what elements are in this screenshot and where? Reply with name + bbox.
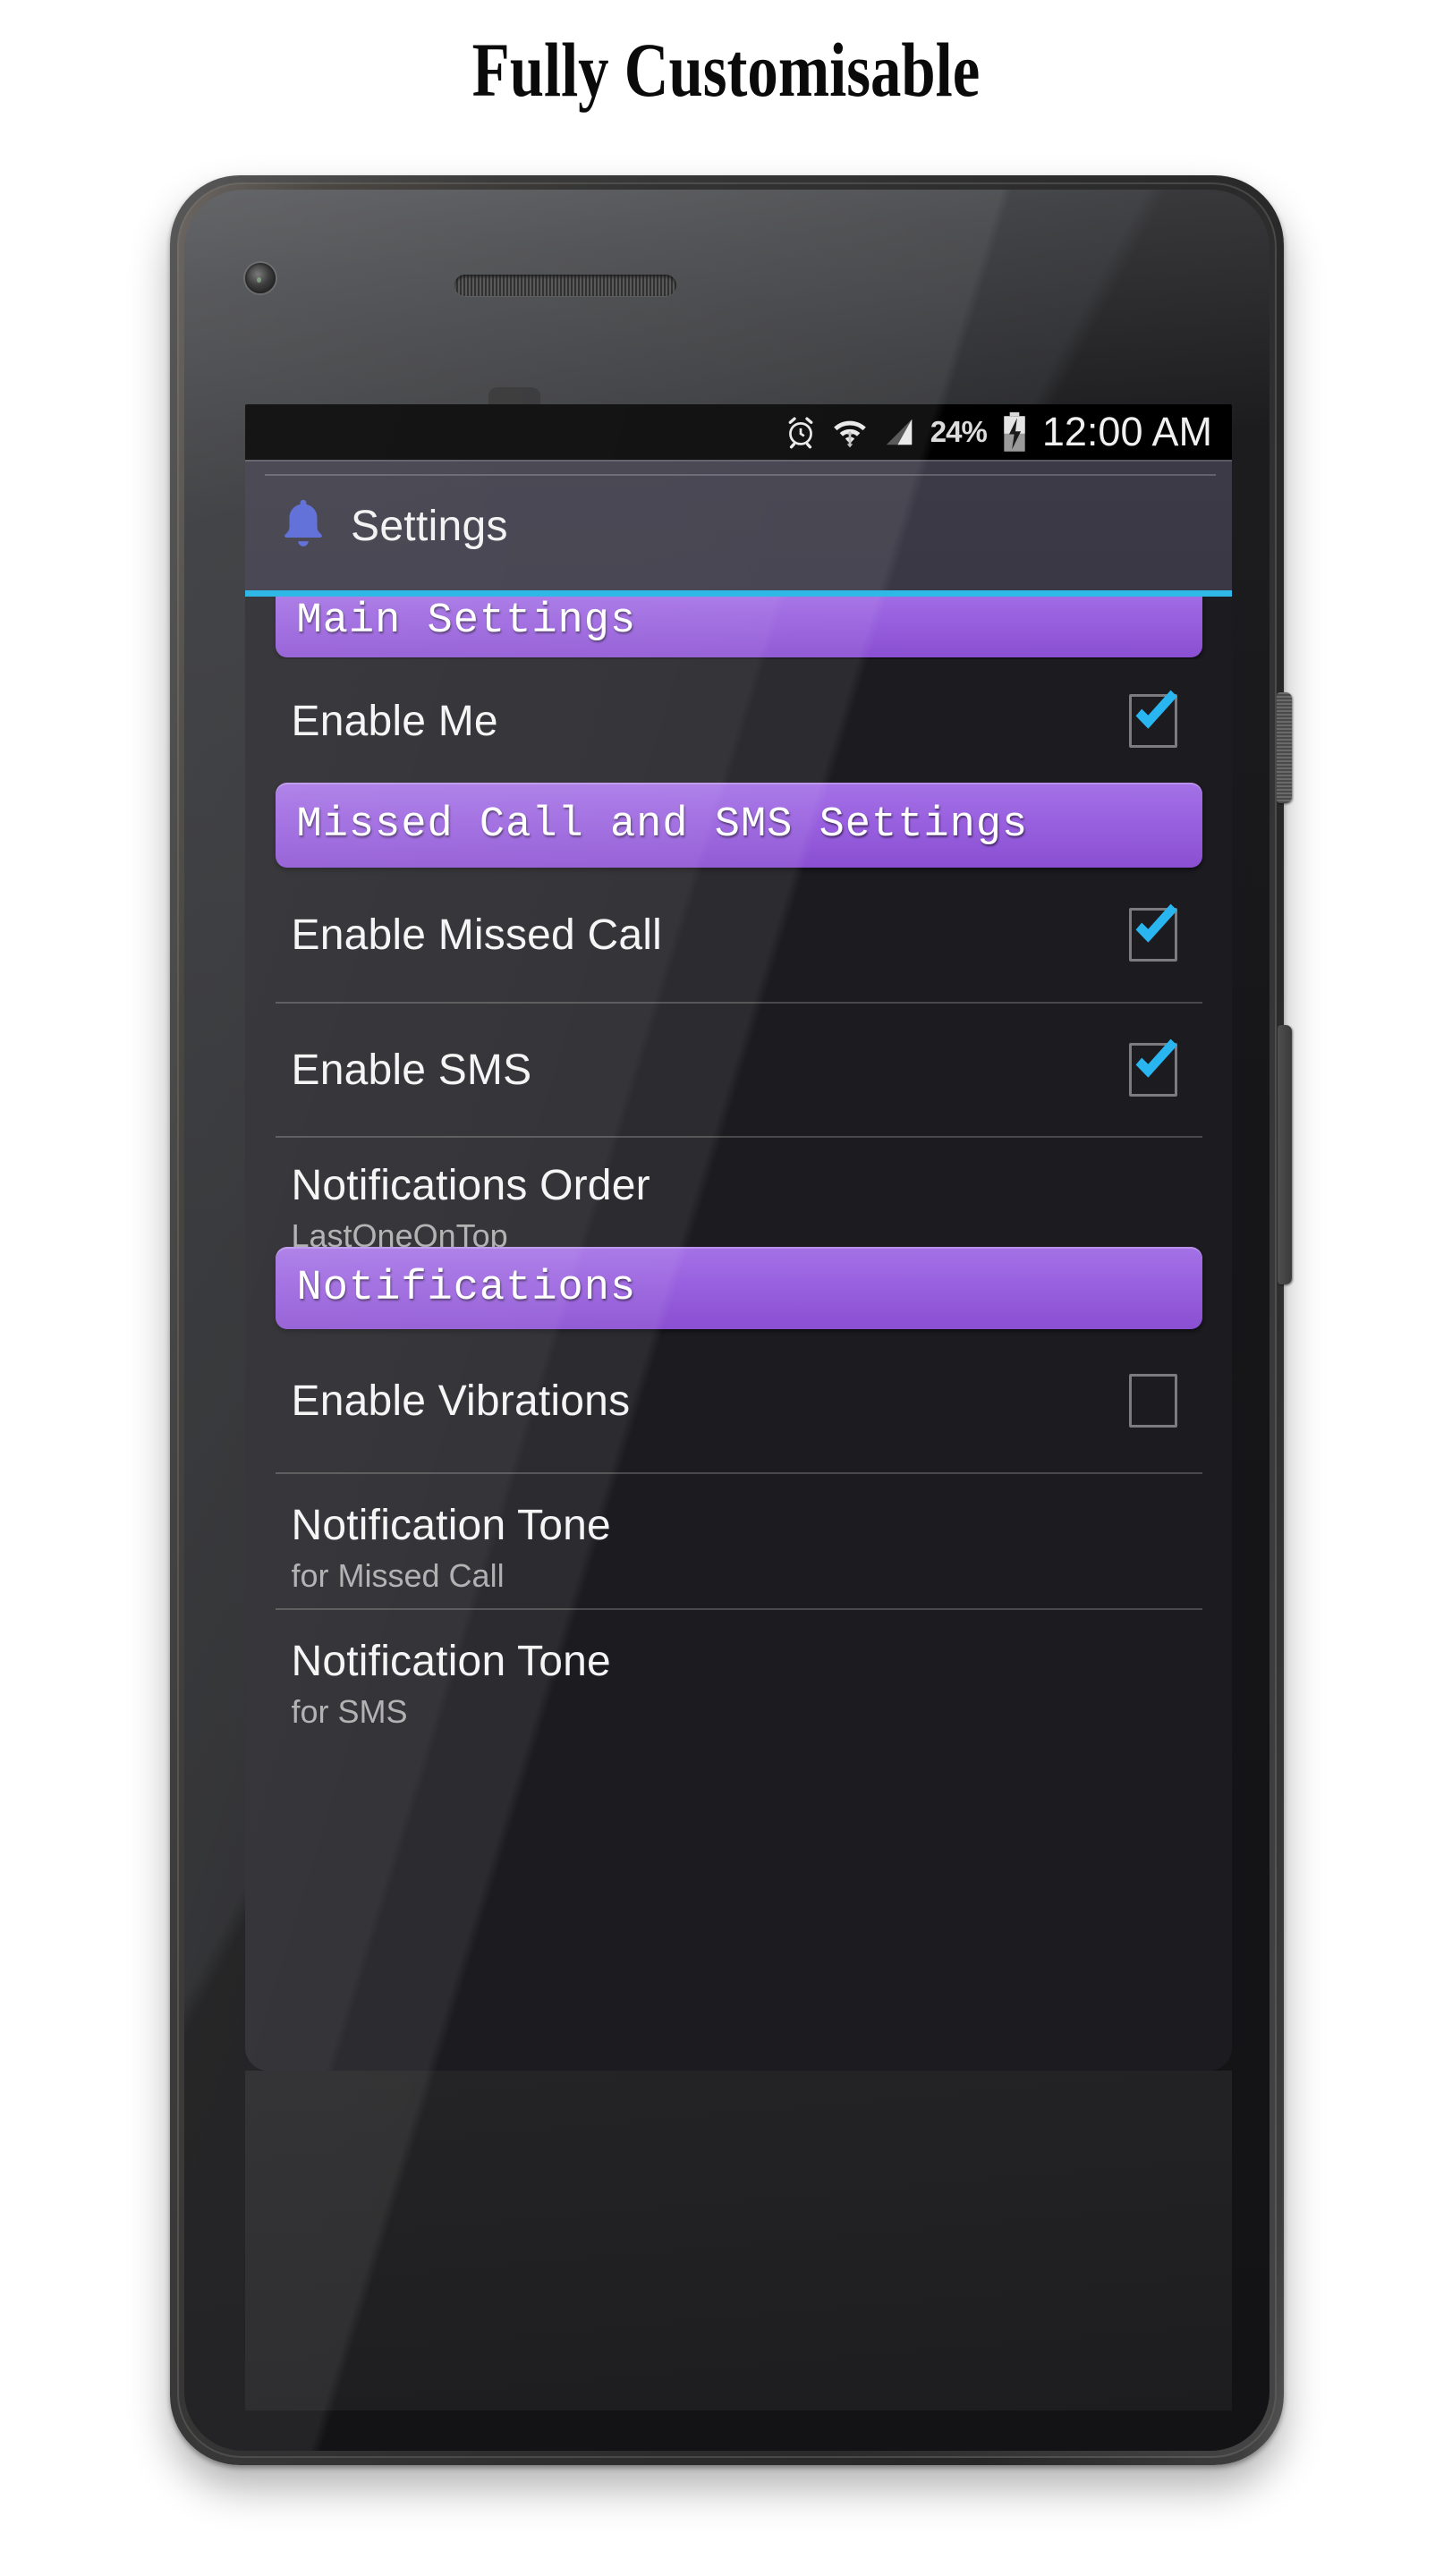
app-bar: Settings (245, 460, 1232, 590)
row-tone-missed-call-subtitle: for Missed Call (291, 1557, 505, 1594)
status-clock: 12:00 AM (1041, 409, 1212, 454)
row-enable-missed-call[interactable]: Enable Missed Call (276, 868, 1202, 1002)
row-tone-sms-texts: Notification Tone for SMS (276, 1637, 611, 1731)
earpiece-speaker-icon (454, 275, 676, 296)
section-header-missed-call-sms-label: Missed Call and SMS Settings (296, 801, 1029, 849)
battery-percent-label: 24% (930, 415, 988, 448)
row-enable-vibrations[interactable]: Enable Vibrations (276, 1329, 1202, 1472)
front-camera-icon (245, 263, 276, 293)
row-enable-me-texts: Enable Me (276, 697, 498, 746)
section-header-main: Main Settings (275, 597, 1202, 657)
section-header-notifications: Notifications (275, 1247, 1202, 1329)
row-notifications-order-texts: Notifications Order LastOneOnTop (276, 1161, 650, 1255)
checkbox-enable-vibrations[interactable] (1128, 1374, 1177, 1428)
row-tone-missed-call-texts: Notification Tone for Missed Call (276, 1501, 611, 1595)
checkmark-icon (1135, 903, 1177, 943)
battery-charging-icon (1001, 411, 1028, 453)
row-enable-me-title: Enable Me (291, 697, 498, 745)
section-header-main-label: Main Settings (296, 597, 637, 645)
accent-divider (245, 590, 1232, 597)
phone-front-face: 24% 12:00 AM Settings Main Settings Enab… (184, 190, 1269, 2451)
row-enable-sms[interactable]: Enable SMS (276, 1004, 1202, 1136)
checkbox-enable-missed-call[interactable] (1128, 903, 1177, 962)
row-enable-vibrations-title: Enable Vibrations (291, 1377, 631, 1425)
status-bar: 24% 12:00 AM (245, 404, 1232, 460)
section-header-notifications-label: Notifications (296, 1264, 637, 1312)
app-title: Settings (351, 502, 508, 550)
row-enable-missed-call-title: Enable Missed Call (291, 911, 662, 959)
row-tone-sms[interactable]: Notification Tone for SMS (276, 1610, 1202, 1744)
phone-screen: 24% 12:00 AM Settings Main Settings Enab… (245, 404, 1232, 2071)
row-tone-missed-call[interactable]: Notification Tone for Missed Call (276, 1474, 1202, 1608)
row-enable-missed-call-texts: Enable Missed Call (276, 911, 662, 960)
row-enable-sms-title: Enable SMS (291, 1046, 532, 1094)
row-tone-sms-title: Notification Tone (291, 1638, 611, 1685)
section-header-main-clip: Main Settings (245, 597, 1232, 659)
wifi-icon (832, 414, 868, 450)
row-tone-missed-call-title: Notification Tone (291, 1502, 611, 1549)
row-enable-me[interactable]: Enable Me (276, 659, 1202, 783)
alarm-clock-icon (784, 414, 818, 450)
row-enable-vibrations-texts: Enable Vibrations (276, 1377, 631, 1426)
checkmark-icon (1135, 690, 1177, 729)
phone-bottom-chin (245, 2071, 1232, 2411)
row-tone-sms-subtitle: for SMS (291, 1693, 408, 1730)
row-notifications-order[interactable]: Notifications Order LastOneOnTop (276, 1138, 1202, 1254)
checkbox-enable-me[interactable] (1128, 690, 1177, 748)
power-button[interactable] (1277, 692, 1292, 803)
screenshot-root: Fully Customisable 24% 12:00 AM Settings… (0, 0, 1452, 2576)
appbar-hairline (265, 474, 1216, 476)
row-notifications-order-title: Notifications Order (291, 1162, 650, 1209)
section-header-missed-call-sms: Missed Call and SMS Settings (275, 783, 1202, 868)
page-title: Fully Customisable (471, 27, 981, 113)
row-enable-sms-texts: Enable SMS (276, 1046, 532, 1095)
phone-device: 24% 12:00 AM Settings Main Settings Enab… (170, 175, 1292, 2465)
bell-icon (277, 496, 329, 556)
checkbox-enable-sms[interactable] (1128, 1038, 1177, 1097)
signal-bars-icon (882, 414, 916, 450)
checkmark-icon (1135, 1038, 1177, 1078)
settings-list: Main Settings Enable Me Missed Call and … (245, 597, 1232, 2071)
volume-rocker-button[interactable] (1278, 1025, 1292, 1284)
